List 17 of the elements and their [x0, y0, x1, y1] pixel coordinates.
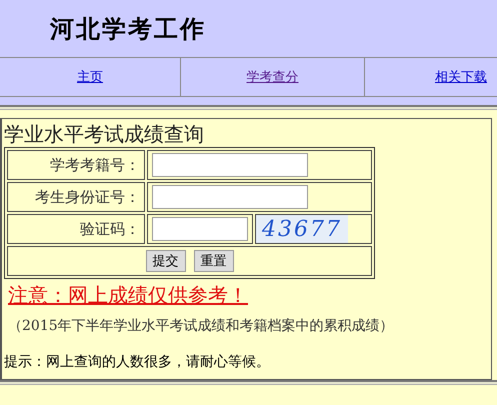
form-title: 学业水平考试成绩查询	[4, 121, 205, 147]
form-button[interactable]: 提交	[146, 250, 186, 272]
nav-link[interactable]: 相关下载	[435, 68, 487, 86]
nav-link[interactable]: 学考查分	[246, 68, 298, 86]
input-field[interactable]	[152, 185, 308, 209]
field-label: 学考考籍号：	[50, 156, 140, 174]
notice-text: 注意：网上成绩仅供参考！	[8, 282, 249, 309]
site-title: 河北学考工作	[50, 12, 206, 44]
input-field[interactable]	[152, 153, 308, 177]
form-button[interactable]: 重置	[194, 250, 234, 272]
field-label: 验证码：	[80, 220, 140, 238]
hint-text: 提示：网上查询的人数很多，请耐心等候。	[4, 353, 271, 371]
note-text: （2015年下半年学业水平考试成绩和考籍档案中的累积成绩）	[8, 317, 395, 335]
field-label: 考生身份证号：	[35, 188, 140, 206]
input-field[interactable]	[152, 217, 248, 241]
nav-link[interactable]: 主页	[77, 68, 103, 86]
captcha-image: 43677	[256, 215, 348, 243]
